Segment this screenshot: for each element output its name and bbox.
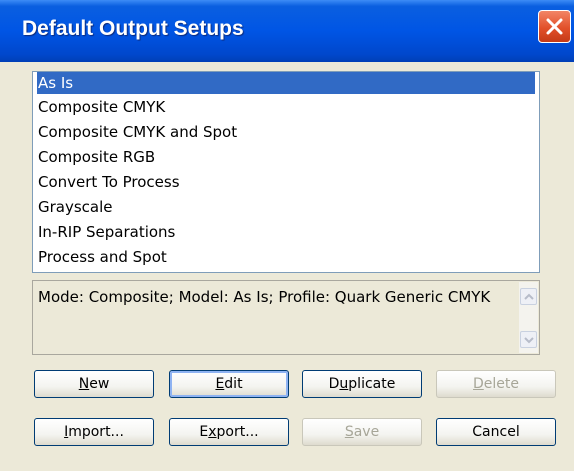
list-item-label: Grayscale [38,198,113,216]
description-box: Mode: Composite; Model: As Is; Profile: … [32,280,540,355]
list-item-label: Composite CMYK and Spot [38,123,238,141]
list-item-label: As Is [38,74,74,92]
list-item-label: In-RIP Separations [38,223,176,241]
cancel-button[interactable]: Cancel [436,418,556,446]
delete-button[interactable]: Delete [436,370,556,398]
button-text: Cancel [472,424,520,440]
button-text: port... [216,424,259,440]
button-text: mport... [68,424,124,440]
export-button[interactable]: Export... [169,418,289,446]
default-output-setups-dialog: Default Output Setups As Is Composite CM… [0,0,574,471]
description-text: Mode: Composite; Model: As Is; Profile: … [38,288,491,306]
save-button[interactable]: Save [302,418,422,446]
scroll-up-button[interactable] [520,288,537,305]
list-item-grayscale[interactable]: Grayscale [37,196,535,218]
chevron-up-icon [524,293,534,300]
list-item-label: Composite RGB [38,148,156,166]
list-item-composite-cmyk-and-spot[interactable]: Composite CMYK and Spot [37,121,535,143]
button-text: ave [353,424,380,440]
list-item-composite-rgb[interactable]: Composite RGB [37,146,535,168]
close-button[interactable] [538,10,571,43]
scroll-down-button[interactable] [520,331,537,348]
close-icon [546,18,563,35]
list-item-label: Composite CMYK [38,98,166,116]
button-mnemonic: E [215,376,225,392]
button-text: E [199,424,209,440]
output-setups-list[interactable]: As Is Composite CMYK Composite CMYK and … [32,71,540,273]
window-title: Default Output Setups [22,17,244,40]
list-item-label: Convert To Process [38,173,180,191]
duplicate-button[interactable]: Duplicate [302,370,422,398]
button-text: D [328,376,340,392]
new-button[interactable]: New [34,370,154,398]
button-text: plicate [348,376,396,392]
button-text: ew [89,376,110,392]
button-mnemonic: x [208,424,217,440]
import-button[interactable]: Import... [34,418,154,446]
list-item-convert-to-process[interactable]: Convert To Process [37,171,535,193]
button-text: elete [483,376,519,392]
button-text: dit [224,376,243,392]
button-mnemonic: S [344,424,354,440]
list-item-composite-cmyk[interactable]: Composite CMYK [37,96,535,118]
list-item-as-is[interactable]: As Is [37,72,535,94]
chevron-down-icon [524,337,534,344]
button-mnemonic: u [339,376,349,392]
list-item-label: Process and Spot [38,248,167,266]
list-item-process-and-spot[interactable]: Process and Spot [37,246,535,268]
button-mnemonic: N [78,376,90,392]
button-mnemonic: D [473,376,484,392]
edit-button[interactable]: Edit [169,370,289,398]
list-item-in-rip-separations[interactable]: In-RIP Separations [37,221,535,243]
description-scrollbar[interactable] [519,282,538,353]
title-bar[interactable]: Default Output Setups [0,0,574,62]
